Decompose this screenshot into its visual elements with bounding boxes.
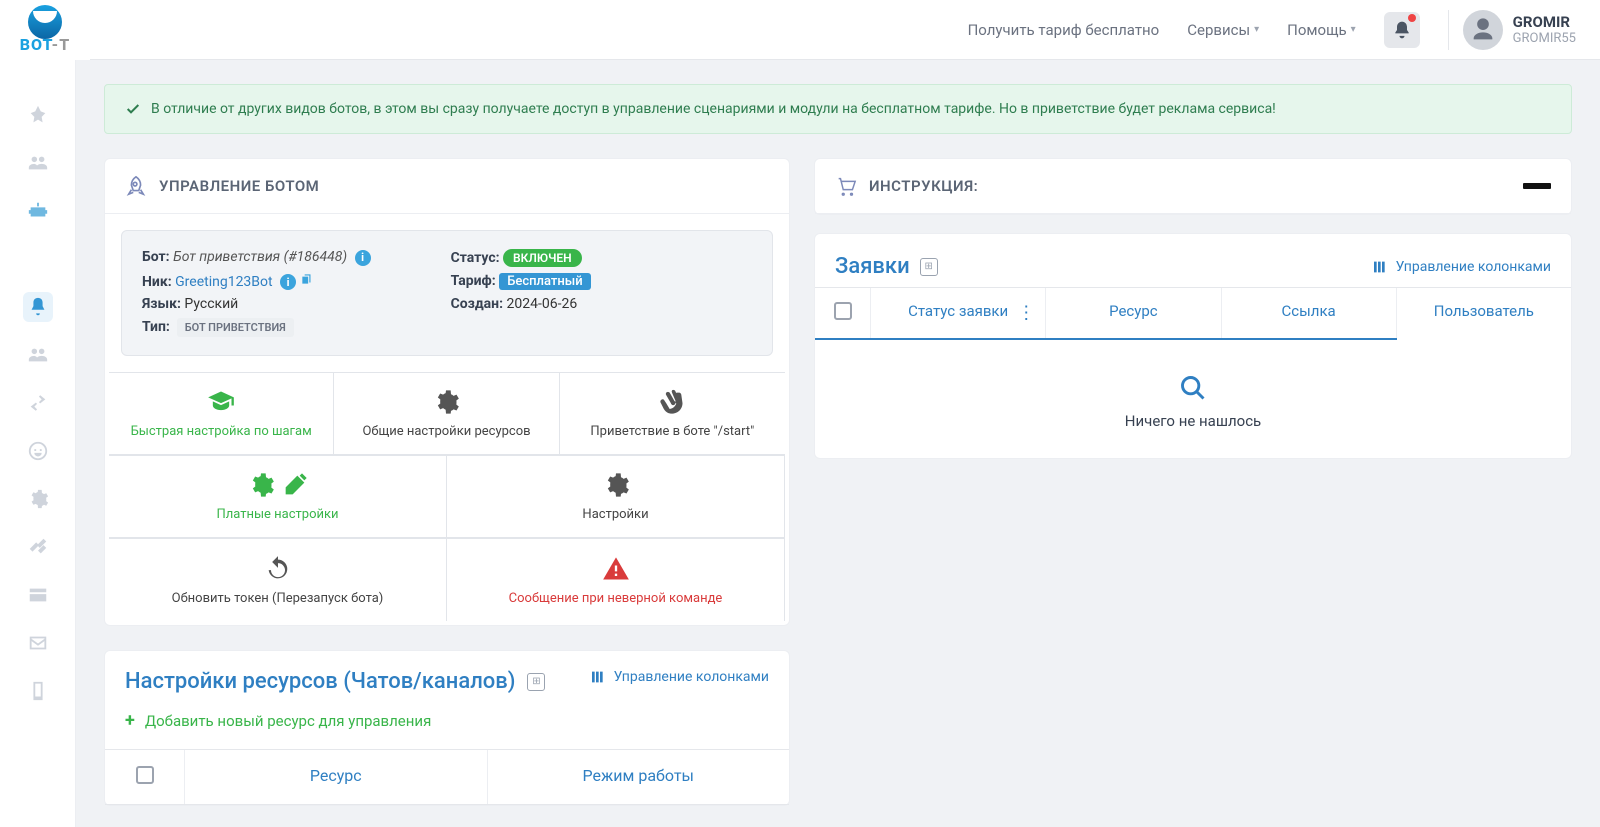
cart-icon [835,175,857,197]
copy-icon[interactable] [300,272,314,286]
sidebar-item-launch[interactable] [23,292,53,322]
tile-paid-settings[interactable]: Платные настройки [109,456,447,538]
user-username: GROMIR55 [1513,31,1576,46]
tile-greeting-bot[interactable]: Приветствие в боте "/start" [560,373,785,455]
collapse-button[interactable] [1523,183,1551,189]
pencil-ruler-icon [281,471,309,499]
graduation-icon [207,388,235,416]
sidebar-item-bot[interactable] [23,196,53,226]
tile-quick-setup[interactable]: Быстрая настройка по шагам [109,373,334,455]
th-link[interactable]: Ссылка [1222,288,1397,338]
add-resource-button[interactable]: + Добавить новый ресурс для управления [105,702,789,749]
refresh-icon [264,555,292,583]
bell-icon [1392,20,1412,40]
orders-card: Заявки ⊞ Управление колонками Статус зая… [814,233,1572,459]
th-resource[interactable]: Ресурс [185,750,488,804]
th-checkbox[interactable] [105,750,185,804]
resources-title: Настройки ресурсов (Чатов/каналов) ⊞ [125,669,545,694]
columns-icon [590,669,606,685]
alert-text: В отличие от других видов ботов, в этом … [151,101,1276,117]
bot-type: БОТ ПРИВЕТСТВИЯ [177,318,294,337]
notification-dot [1408,14,1416,22]
manage-columns-button[interactable]: Управление колонками [1372,259,1551,275]
plus-icon: + [125,710,135,731]
user-name: GROMIR [1513,13,1576,31]
sidebar-item-rocket[interactable] [23,100,53,130]
instructions-card: ИНСТРУКЦИЯ: [814,158,1572,215]
link-help[interactable]: Помощь▾ [1287,21,1356,39]
grid-icon[interactable]: ⊞ [527,673,545,691]
chevron-down-icon: ▾ [1254,24,1259,35]
person-icon [1469,16,1497,44]
top-bar: BOT-T Получить тариф бесплатно Сервисы▾ … [0,0,1600,60]
avatar[interactable] [1463,10,1503,50]
tiles-row2: Платные настройки Настройки [109,455,785,538]
rocket-icon [125,175,147,197]
orders-table-header: Статус заявки⋮ Ресурс Ссылка Пользовател… [815,287,1571,340]
sidebar-item-gear[interactable] [23,484,53,514]
gear-icon [602,471,630,499]
bot-info-box: Бот: Бот приветствия (#186448) i Ник: Gr… [121,230,773,356]
sidebar-item-mail[interactable] [23,628,53,658]
content: В отличие от других видов ботов, в этом … [76,60,1600,827]
resources-card: Настройки ресурсов (Чатов/каналов) ⊞ Упр… [104,650,790,806]
tile-refresh-token[interactable]: Обновить токен (Перезапуск бота) [109,539,447,621]
gear-icon [432,388,460,416]
card-title: УПРАВЛЕНИЕ БОТОМ [159,177,319,195]
bot-name: Бот приветствия (#186448) [173,249,347,265]
sidebar-item-device[interactable] [23,676,53,706]
orders-title: Заявки ⊞ [835,254,938,279]
columns-icon [1372,259,1388,275]
sidebar-item-smile[interactable] [23,436,53,466]
th-resource[interactable]: Ресурс [1046,288,1221,338]
info-icon[interactable]: i [355,250,371,266]
tariff-pill: Бесплатный [499,273,590,290]
th-user[interactable]: Пользователь [1397,288,1571,340]
link-free-tariff[interactable]: Получить тариф бесплатно [968,21,1160,39]
chevron-down-icon: ▾ [1351,24,1356,35]
bot-control-card: УПРАВЛЕНИЕ БОТОМ Бот: Бот приветствия (#… [104,158,790,626]
status-pill: ВКЛЮЧЕН [503,249,582,267]
alert-success: В отличие от других видов ботов, в этом … [104,84,1572,134]
sidebar-item-users[interactable] [23,148,53,178]
tile-invalid-command[interactable]: Сообщение при неверной команде [447,539,785,621]
sidebar-item-tools[interactable] [23,532,53,562]
th-mode[interactable]: Режим работы [488,750,790,804]
tile-settings[interactable]: Настройки [447,456,785,538]
tile-common-resources[interactable]: Общие настройки ресурсов [334,373,559,455]
grid-icon[interactable]: ⊞ [920,258,938,276]
notifications-button[interactable] [1384,12,1420,48]
gear-icon [247,471,275,499]
bot-nick-link[interactable]: Greeting123Bot [175,274,272,290]
th-checkbox[interactable] [815,288,871,338]
user-meta[interactable]: GROMIR GROMIR55 [1513,13,1576,46]
bot-created: 2024-06-26 [507,296,578,312]
sidebar-item-sync[interactable] [23,388,53,418]
empty-state: Ничего не нашлось [815,340,1571,458]
search-icon [1179,374,1207,402]
sidebar [0,60,76,827]
column-menu-icon[interactable]: ⋮ [1017,303,1035,324]
sidebar-item-card[interactable] [23,580,53,610]
th-status[interactable]: Статус заявки⋮ [871,288,1046,338]
tiles-row1: Быстрая настройка по шагам Общие настрой… [109,372,785,455]
warning-icon [602,555,630,583]
instructions-title: ИНСТРУКЦИЯ: [869,177,978,195]
tiles-row3: Обновить токен (Перезапуск бота) Сообщен… [109,538,785,621]
wave-icon [658,388,686,416]
link-services[interactable]: Сервисы▾ [1187,21,1259,39]
empty-text: Ничего не нашлось [1125,412,1261,430]
check-icon [125,101,141,117]
resources-table-header: Ресурс Режим работы [105,749,789,805]
info-icon[interactable]: i [280,274,296,290]
logo[interactable]: BOT-T [0,0,90,60]
sidebar-item-users2[interactable] [23,340,53,370]
bot-lang: Русский [184,296,238,312]
manage-columns-button[interactable]: Управление колонками [590,669,769,685]
